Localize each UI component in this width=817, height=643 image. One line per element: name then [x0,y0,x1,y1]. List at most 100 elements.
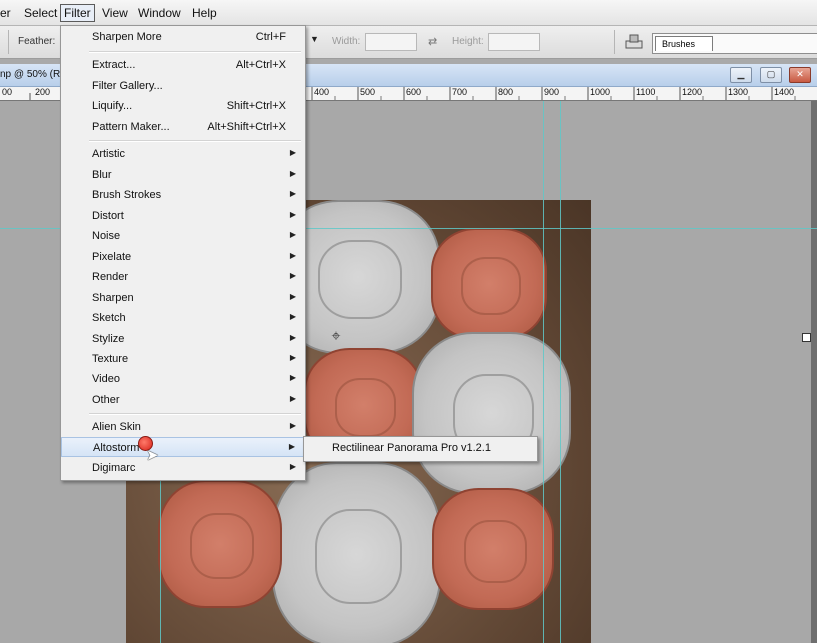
ruler-label: 1100 [636,87,656,97]
menu-help[interactable]: Help [192,6,217,20]
menu-window[interactable]: Window [138,6,181,20]
menu-item-liquify[interactable]: Liquify... Shift+Ctrl+X [61,96,305,116]
ruler-label: 200 [35,87,51,97]
menu-item-pixelate[interactable]: Pixelate ▶ [61,247,305,267]
brush-palette-icon[interactable] [624,33,644,49]
canvas-edge [811,101,817,643]
menu-item-shortcut: Ctrl+F [255,31,286,43]
document-title: np @ 50% (R [0,69,61,80]
menu-item-label: Pixelate [92,251,132,263]
menu-item-sharpen-more[interactable]: Sharpen More Ctrl+F [61,27,305,47]
mouse-cursor-icon: ➤ [146,447,159,464]
menu-item-label: Render [92,271,129,283]
menu-item-shortcut: Alt+Shift+Ctrl+X [207,121,286,133]
ruler-label: 1200 [682,87,703,97]
menu-item-other[interactable]: Other ▶ [61,390,305,410]
menu-item-label: Digimarc [92,462,136,474]
tile-motif [334,377,397,437]
menu-item-sharpen[interactable]: Sharpen ▶ [61,288,305,308]
menu-item-label: Extract... [92,59,136,71]
brushes-tab[interactable]: Brushes [655,36,713,51]
height-label: Height: [452,36,484,47]
menu-bar: er Select Filter View Window Help [0,0,817,26]
menu-item-label: Texture [92,353,129,365]
maximize-button[interactable]: ▢ [760,67,782,83]
tile-motif [318,239,402,319]
height-field[interactable] [488,33,540,51]
guide-vertical[interactable] [543,101,544,643]
submenu-arrow-icon: ▶ [289,421,296,430]
ruler-label: 00 [2,87,13,97]
feather-label: Feather: [18,36,56,47]
menu-item-label: Filter Gallery... [92,80,163,92]
minimize-button[interactable]: ▁ [730,67,752,83]
width-label: Width: [332,36,361,47]
guide-vertical[interactable] [560,101,561,643]
menu-item-label: Video [92,373,120,385]
menu-partial[interactable]: er [0,6,11,20]
crosshair-icon: ⌖ [331,328,341,345]
tile-red [431,228,547,340]
menu-item-brush-strokes[interactable]: Brush Strokes ▶ [61,185,305,205]
width-field[interactable] [365,33,417,51]
ruler-label: 1300 [728,87,749,97]
menu-item-texture[interactable]: Texture ▶ [61,349,305,369]
style-dropdown-arrow[interactable]: ▼ [310,34,322,48]
menu-item-filter-gallery[interactable]: Filter Gallery... [61,76,305,96]
menu-item-render[interactable]: Render ▶ [61,267,305,287]
ruler-label: 1400 [774,87,795,97]
menu-item-shortcut: Shift+Ctrl+X [226,100,286,112]
menu-item-alien-skin[interactable]: Alien Skin ▶ [61,417,305,437]
submenu-arrow-icon: ▶ [289,373,296,382]
menu-filter[interactable]: Filter [60,4,95,22]
menu-item-label: Sharpen [92,292,134,304]
menu-item-digimarc[interactable]: Digimarc ▶ [61,458,305,478]
menu-item-label: Other [92,394,120,406]
menu-item-label: Artistic [92,148,125,160]
menu-select[interactable]: Select [24,6,57,20]
menu-separator [89,140,301,142]
menu-item-label: Brush Strokes [92,189,162,201]
submenu-arrow-icon: ▶ [289,333,296,342]
menu-item-extract[interactable]: Extract... Alt+Ctrl+X [61,55,305,75]
submenu-arrow-icon: ▶ [289,230,296,239]
tile-motif [463,519,527,583]
ruler-label: 400 [314,87,330,97]
transform-handle[interactable] [802,333,811,342]
menu-separator [89,413,301,415]
ruler-label: 1000 [590,87,611,97]
ruler-label: 900 [544,87,560,97]
menu-item-label: Sharpen More [92,31,162,43]
guide-horizontal[interactable] [304,228,817,229]
menu-item-video[interactable]: Video ▶ [61,369,305,389]
submenu-item-rectilinear-panorama-pro[interactable]: Rectilinear Panorama Pro v1.2.1 [332,442,491,454]
submenu-arrow-icon: ▶ [289,462,296,471]
tile-motif [190,513,254,579]
filter-menu: Sharpen More Ctrl+F Extract... Alt+Ctrl+… [60,25,306,481]
close-button[interactable]: ✕ [789,67,811,83]
submenu-arrow-icon: ▶ [289,251,296,260]
ruler-label: 500 [360,87,376,97]
menu-item-stylize[interactable]: Stylize ▶ [61,329,305,349]
menu-item-blur[interactable]: Blur ▶ [61,165,305,185]
submenu-arrow-icon: ▶ [289,292,296,301]
tile-gray [272,462,441,643]
menu-item-label: Pattern Maker... [92,121,170,133]
tile-gray [412,332,571,494]
menu-view[interactable]: View [102,6,128,20]
ruler-label: 800 [498,87,514,97]
guide-horizontal[interactable] [0,228,60,229]
palette-well: Brushes [652,33,817,54]
menu-item-altostorm[interactable]: Altostorm ▶ [61,437,305,457]
options-separator [8,30,9,54]
menu-item-sketch[interactable]: Sketch ▶ [61,308,305,328]
menu-item-noise[interactable]: Noise ▶ [61,226,305,246]
menu-item-label: Noise [92,230,121,242]
menu-item-pattern-maker[interactable]: Pattern Maker... Alt+Shift+Ctrl+X [61,117,305,137]
ruler-label: 700 [452,87,468,97]
swap-icon[interactable]: ⇄ [428,35,437,48]
menu-item-artistic[interactable]: Artistic ▶ [61,144,305,164]
menu-item-distort[interactable]: Distort ▶ [61,206,305,226]
submenu-arrow-icon: ▶ [289,148,296,157]
submenu-arrow-icon: ▶ [289,169,296,178]
